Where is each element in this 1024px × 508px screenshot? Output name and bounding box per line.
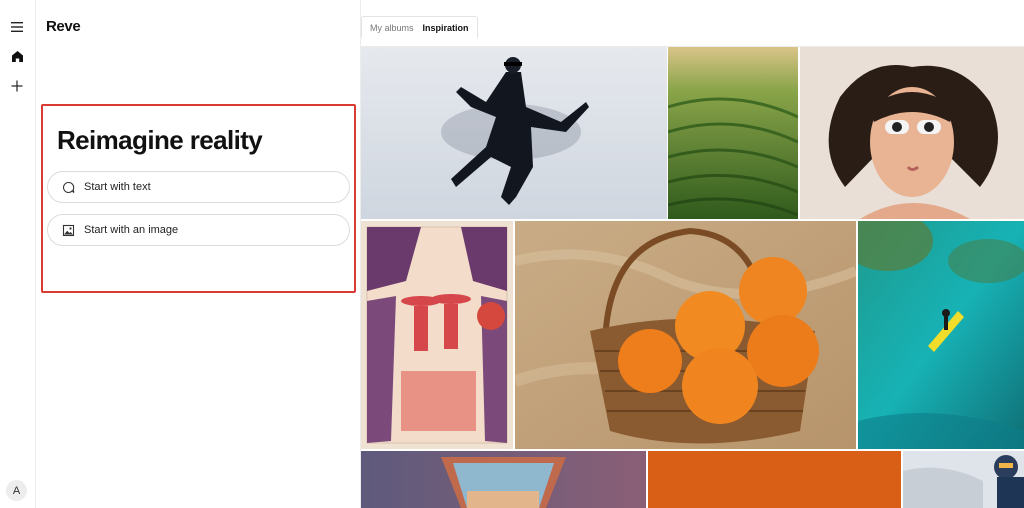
hero-headline: Reimagine reality bbox=[57, 125, 263, 155]
menu-icon[interactable] bbox=[6, 16, 28, 38]
chat-bubble-icon bbox=[61, 180, 75, 194]
dancer-blindfold-image[interactable] bbox=[361, 47, 667, 219]
app-root: A Reve Reimagine reality Start with text… bbox=[0, 0, 1024, 508]
gallery-tabs: My albums Inspiration bbox=[361, 16, 478, 38]
woman-star-sunglasses-image[interactable] bbox=[800, 47, 1024, 219]
paddleboard-ocean-image[interactable] bbox=[858, 221, 1024, 449]
start-with-text-button[interactable]: Start with text bbox=[47, 171, 350, 203]
side-panel: Reve Reimagine reality Start with text S… bbox=[36, 0, 360, 508]
red-umbrella-poster-image[interactable] bbox=[361, 221, 513, 449]
orange-block-image[interactable] bbox=[648, 451, 901, 508]
window-sky-image[interactable] bbox=[361, 451, 646, 508]
tab-my-albums[interactable]: My albums bbox=[370, 23, 414, 33]
start-with-image-label: Start with an image bbox=[84, 224, 179, 236]
avatar[interactable]: A bbox=[6, 480, 27, 501]
image-icon bbox=[61, 223, 75, 237]
climber-snow-image[interactable] bbox=[903, 451, 1024, 508]
plus-icon[interactable] bbox=[6, 75, 28, 97]
home-icon[interactable] bbox=[6, 45, 28, 67]
app-logo[interactable]: Reve bbox=[46, 18, 81, 35]
tab-inspiration[interactable]: Inspiration bbox=[423, 23, 469, 33]
start-with-text-label: Start with text bbox=[84, 181, 151, 193]
rice-terraces-image[interactable] bbox=[668, 47, 798, 219]
left-rail: A bbox=[0, 0, 36, 508]
start-with-image-button[interactable]: Start with an image bbox=[47, 214, 350, 246]
oranges-basket-image[interactable] bbox=[515, 221, 856, 449]
